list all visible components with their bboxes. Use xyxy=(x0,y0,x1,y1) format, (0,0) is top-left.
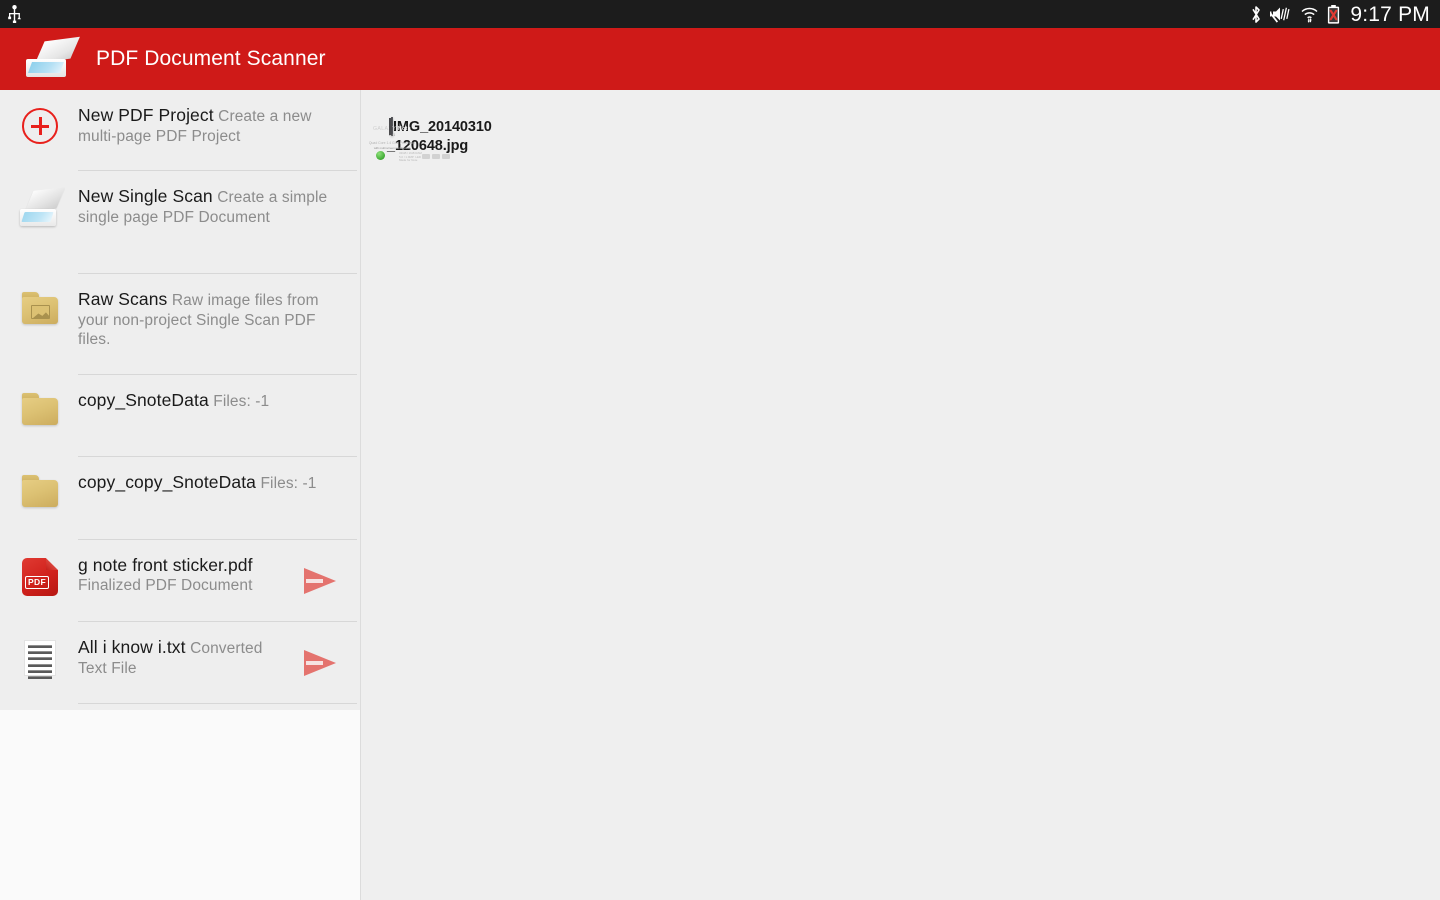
sidebar-item-text: New PDF Project Create a new multi-page … xyxy=(66,104,346,146)
sidebar-item-g-note-front-sticker-pdf[interactable]: PDF g note front sticker.pdf Finalized P… xyxy=(0,540,360,622)
thumb-edge-rail xyxy=(391,118,392,135)
sidebar-item-title: g note front sticker.pdf xyxy=(78,555,253,575)
status-bar-right: 9:17 PM xyxy=(1250,4,1430,25)
pdf-file-icon: PDF xyxy=(14,554,66,596)
sidebar-item-title: All i know i.txt xyxy=(78,637,186,657)
sidebar-item-text: copy_copy_SnoteData Files: -1 xyxy=(66,471,346,494)
text-file-icon xyxy=(14,636,66,676)
sidebar-item-text: g note front sticker.pdf Finalized PDF D… xyxy=(66,554,294,596)
sidebar-item-subtitle: Finalized PDF Document xyxy=(78,577,253,594)
sidebar-item-copy-snotedata[interactable]: copy_SnoteData Files: -1 xyxy=(0,375,360,457)
sidebar-item-subtitle: Files: -1 xyxy=(260,475,316,492)
app-title: PDF Document Scanner xyxy=(96,47,326,71)
play-arrow-icon[interactable] xyxy=(294,568,346,594)
sidebar-item-title: New PDF Project xyxy=(78,105,214,125)
folder-images-icon xyxy=(14,288,66,324)
file-tile[interactable]: GALAXY Note 10.1 Quad Core 1.4 GHz Proce… xyxy=(387,118,497,155)
scanner-icon xyxy=(26,39,74,79)
sidebar-item-title: copy_copy_SnoteData xyxy=(78,472,256,492)
vibrate-mute-icon xyxy=(1270,5,1292,23)
sidebar-item-subtitle: Files: -1 xyxy=(213,393,269,410)
sidebar-list: New PDF Project Create a new multi-page … xyxy=(0,90,360,704)
sidebar-item-title: copy_SnoteData xyxy=(78,390,209,410)
sidebar-item-raw-scans[interactable]: Raw Scans Raw image files from your non-… xyxy=(0,274,360,375)
sidebar-item-copy-copy-snotedata[interactable]: copy_copy_SnoteData Files: -1 xyxy=(0,457,360,540)
sidebar-item-all-i-know-i-txt[interactable]: All i know i.txt Converted Text File xyxy=(0,622,360,704)
app-window: 9:17 PM PDF Document Scanner New PDF Pro… xyxy=(0,0,1440,900)
file-grid: GALAXY Note 10.1 Quad Core 1.4 GHz Proce… xyxy=(361,90,1440,155)
sidebar-item-text: copy_SnoteData Files: -1 xyxy=(66,389,346,412)
file-browser-pane: GALAXY Note 10.1 Quad Core 1.4 GHz Proce… xyxy=(361,90,1440,900)
sidebar-item-title: New Single Scan xyxy=(78,186,213,206)
plus-circle-icon xyxy=(14,104,66,144)
bluetooth-icon xyxy=(1250,5,1262,24)
app-header-bar: PDF Document Scanner xyxy=(0,28,1440,90)
status-bar: 9:17 PM xyxy=(0,0,1440,28)
folder-icon xyxy=(14,389,66,425)
folder-icon xyxy=(14,471,66,507)
status-bar-left xyxy=(8,5,21,23)
list-divider xyxy=(78,703,357,704)
wifi-icon xyxy=(1300,5,1319,23)
content-area: New PDF Project Create a new multi-page … xyxy=(0,90,1440,900)
image-thumbnail[interactable]: GALAXY Note 10.1 Quad Core 1.4 GHz Proce… xyxy=(391,117,393,136)
sidebar-item-text: New Single Scan Create a simple single p… xyxy=(66,185,346,227)
usb-icon xyxy=(8,5,21,23)
sidebar: New PDF Project Create a new multi-page … xyxy=(0,90,361,900)
scanner-icon xyxy=(14,185,66,227)
sidebar-item-text: All i know i.txt Converted Text File xyxy=(66,636,294,678)
sidebar-item-text: Raw Scans Raw image files from your non-… xyxy=(66,288,346,350)
sidebar-item-new-single-scan[interactable]: New Single Scan Create a simple single p… xyxy=(0,171,360,274)
battery-error-icon xyxy=(1327,5,1340,24)
sidebar-item-title: Raw Scans xyxy=(78,289,167,309)
play-arrow-icon[interactable] xyxy=(294,650,346,676)
sidebar-item-new-pdf-project[interactable]: New PDF Project Create a new multi-page … xyxy=(0,90,360,171)
status-bar-clock: 9:17 PM xyxy=(1348,4,1430,25)
